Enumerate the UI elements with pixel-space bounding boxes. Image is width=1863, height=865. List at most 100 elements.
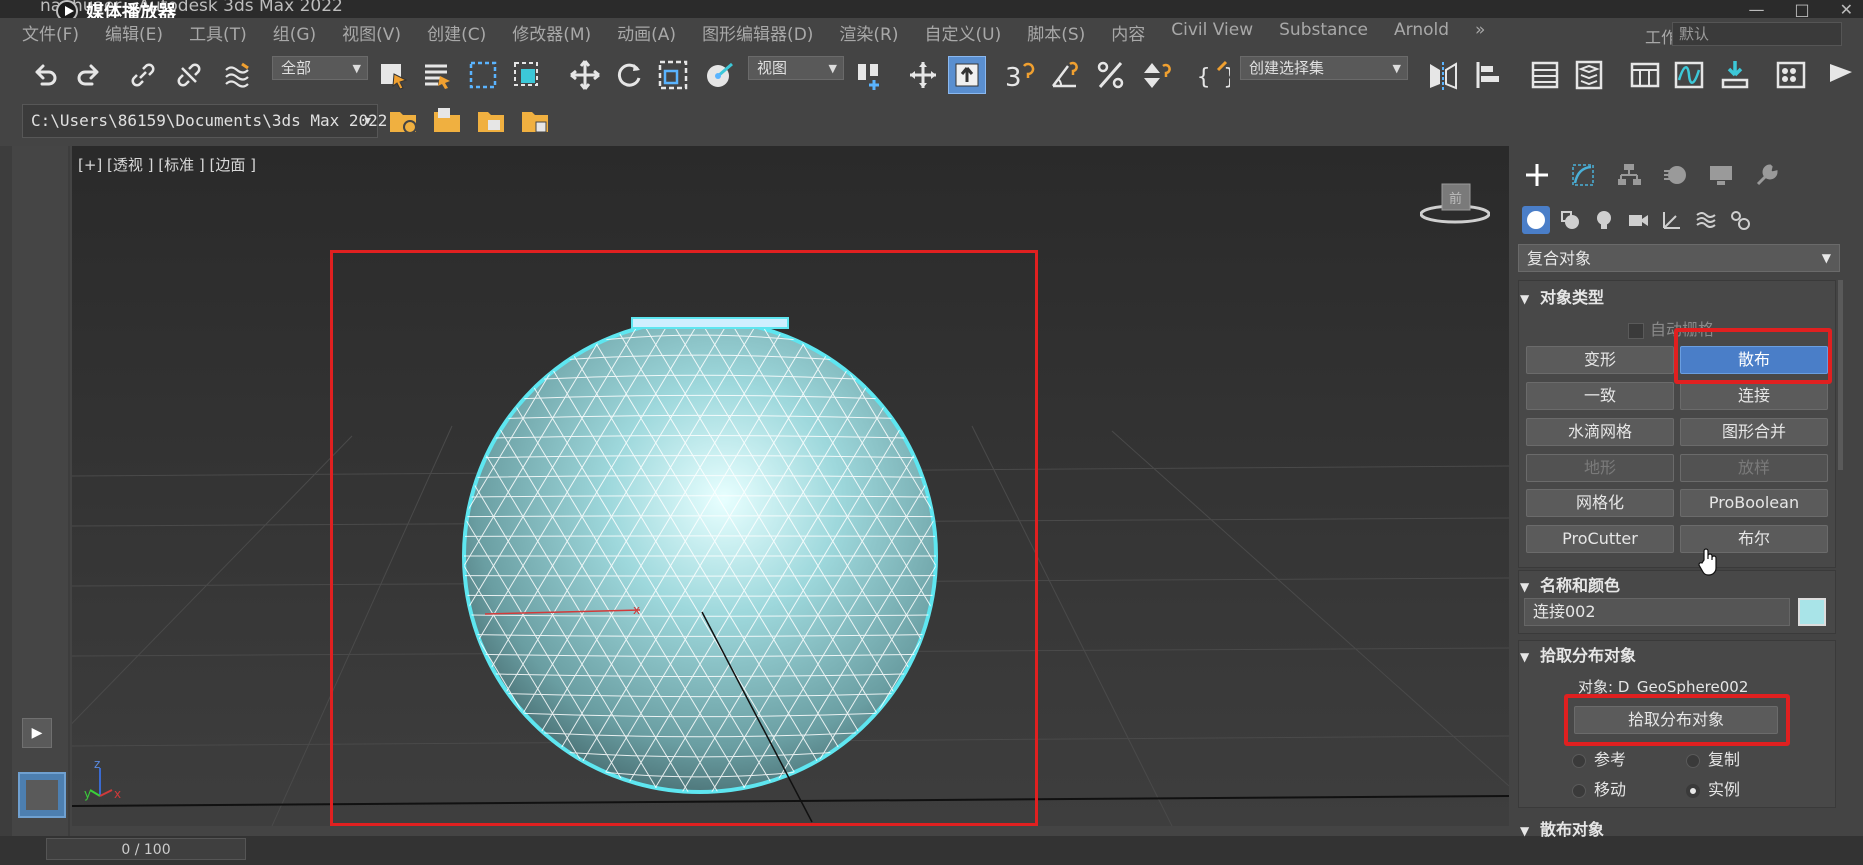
name-color-header[interactable]: ▼ 名称和颜色: [1520, 572, 1836, 598]
procutter-button[interactable]: ProCutter: [1526, 525, 1674, 553]
menu-animation[interactable]: 动画(A): [617, 20, 676, 45]
menu-rendering[interactable]: 渲染(R): [839, 20, 898, 45]
menu-create[interactable]: 创建(C): [427, 20, 486, 45]
selection-filter-dropdown[interactable]: 全部: [272, 56, 368, 80]
menu-group[interactable]: 组(G): [273, 20, 316, 45]
blobmesh-button[interactable]: 水滴网格: [1526, 418, 1674, 446]
loft-button[interactable]: 放样: [1680, 454, 1828, 482]
helpers-category-button[interactable]: [1658, 206, 1686, 234]
reference-coordinate-dropdown[interactable]: 视图: [748, 56, 844, 80]
shapemerge-button[interactable]: 图形合并: [1680, 418, 1828, 446]
angle-snap-button[interactable]: [1046, 56, 1084, 94]
select-and-manipulate-button[interactable]: [904, 56, 942, 94]
scene-explorer-button[interactable]: [1526, 56, 1564, 94]
restore-button[interactable]: □: [1794, 0, 1809, 19]
scatter-objects-header[interactable]: ▼ 散布对象: [1520, 816, 1836, 842]
redo-button[interactable]: [70, 56, 108, 94]
ribbon-toggle-button[interactable]: [1626, 56, 1664, 94]
menu-civil-view[interactable]: Civil View: [1171, 20, 1253, 45]
create-project-folder-button[interactable]: [472, 102, 510, 140]
copy-radio[interactable]: 复制: [1686, 746, 1740, 770]
select-object-button[interactable]: [374, 56, 412, 94]
menu-tools[interactable]: 工具(T): [189, 20, 247, 45]
named-selection-dropdown[interactable]: 创建选择集: [1240, 56, 1408, 80]
snaps-toggle-button[interactable]: 3: [1000, 56, 1038, 94]
unlink-button[interactable]: [170, 56, 208, 94]
proboolean-button[interactable]: ProBoolean: [1680, 489, 1828, 517]
schematic-view-button[interactable]: [1716, 56, 1754, 94]
menu-arnold[interactable]: Arnold: [1394, 20, 1449, 45]
conform-button[interactable]: 一致: [1526, 382, 1674, 410]
systems-category-button[interactable]: [1726, 206, 1754, 234]
time-slider[interactable]: 0 / 100: [46, 838, 246, 860]
terrain-button[interactable]: 地形: [1526, 454, 1674, 482]
project-folder-dropdown[interactable]: C:\Users\86159\Documents\3ds Max 2022: [22, 104, 387, 138]
instance-radio[interactable]: 实例: [1686, 776, 1740, 800]
mesher-button[interactable]: 网格化: [1526, 489, 1674, 517]
close-button[interactable]: ✕: [1840, 0, 1853, 19]
menu-content[interactable]: 内容: [1111, 20, 1145, 45]
menu-overflow[interactable]: »: [1475, 20, 1485, 45]
create-tab[interactable]: [1522, 160, 1552, 190]
utilities-tab[interactable]: [1752, 160, 1782, 190]
shapes-category-button[interactable]: [1556, 206, 1584, 234]
menu-edit[interactable]: 编辑(E): [105, 20, 163, 45]
reference-radio[interactable]: 参考: [1572, 746, 1626, 770]
hierarchy-tab[interactable]: [1614, 160, 1644, 190]
viewcube[interactable]: 前: [1420, 178, 1490, 228]
connect-button[interactable]: 连接: [1680, 382, 1828, 410]
menu-customize[interactable]: 自定义(U): [925, 20, 1002, 45]
select-and-scale-button[interactable]: [654, 56, 692, 94]
menu-substance[interactable]: Substance: [1279, 20, 1368, 45]
bind-space-warp-button[interactable]: [218, 56, 256, 94]
layer-explorer-button[interactable]: [1570, 56, 1608, 94]
command-panel-scrollbar[interactable]: [1838, 280, 1843, 470]
display-tab[interactable]: [1706, 160, 1736, 190]
play-icon[interactable]: ▶: [22, 718, 52, 748]
object-type-header[interactable]: ▼ 对象类型: [1520, 284, 1836, 310]
move-radio[interactable]: 移动: [1572, 776, 1626, 800]
link-button[interactable]: [124, 56, 162, 94]
motion-tab[interactable]: [1660, 160, 1690, 190]
object-category-dropdown[interactable]: 复合对象: [1518, 244, 1840, 272]
material-editor-button[interactable]: [1772, 56, 1810, 94]
viewport-layout-thumbnail[interactable]: [18, 772, 66, 818]
select-by-name-button[interactable]: [418, 56, 456, 94]
align-button[interactable]: [1470, 56, 1508, 94]
viewport-label-menu[interactable]: [+] [透视 ] [标准 ] [边面 ]: [78, 154, 256, 175]
mirror-button[interactable]: [1424, 56, 1462, 94]
morph-button[interactable]: 变形: [1526, 346, 1674, 374]
minimize-button[interactable]: —: [1748, 0, 1764, 19]
workspace-dropdown[interactable]: 默认: [1672, 22, 1842, 46]
menu-view[interactable]: 视图(V): [342, 20, 401, 45]
percent-snap-button[interactable]: [1092, 56, 1130, 94]
spinner-snap-button[interactable]: [1138, 56, 1176, 94]
menu-modifiers[interactable]: 修改器(M): [512, 20, 591, 45]
edit-named-selection-button[interactable]: { }: [1194, 56, 1232, 94]
select-and-place-button[interactable]: [700, 56, 738, 94]
cameras-category-button[interactable]: [1624, 206, 1652, 234]
modify-tab[interactable]: [1568, 160, 1598, 190]
space-warps-category-button[interactable]: [1692, 206, 1720, 234]
menu-scripting[interactable]: 脚本(S): [1027, 20, 1085, 45]
object-name-input[interactable]: 连接002: [1524, 598, 1790, 626]
pick-distribution-header[interactable]: ▼ 拾取分布对象: [1520, 642, 1836, 668]
window-crossing-button[interactable]: [508, 56, 546, 94]
rect-selection-region-button[interactable]: [464, 56, 502, 94]
undo-button[interactable]: [26, 56, 64, 94]
project-folder-template-button[interactable]: [516, 102, 554, 140]
use-pivot-point-button[interactable]: [850, 56, 888, 94]
select-and-move-button[interactable]: [566, 56, 604, 94]
menu-graph-editors[interactable]: 图形编辑器(D): [702, 20, 813, 45]
render-setup-button[interactable]: [1822, 56, 1860, 94]
object-color-swatch[interactable]: [1798, 598, 1826, 626]
open-project-folder-button[interactable]: [428, 102, 466, 140]
percent-snap-icon: [1097, 61, 1124, 89]
curve-editor-button[interactable]: [1670, 56, 1708, 94]
set-project-folder-button[interactable]: [384, 102, 422, 140]
keyboard-shortcut-override-button[interactable]: [948, 56, 986, 94]
select-and-rotate-button[interactable]: [610, 56, 648, 94]
geometry-category-button[interactable]: [1522, 206, 1550, 234]
menu-file[interactable]: 文件(F): [22, 20, 79, 45]
lights-category-button[interactable]: [1590, 206, 1618, 234]
